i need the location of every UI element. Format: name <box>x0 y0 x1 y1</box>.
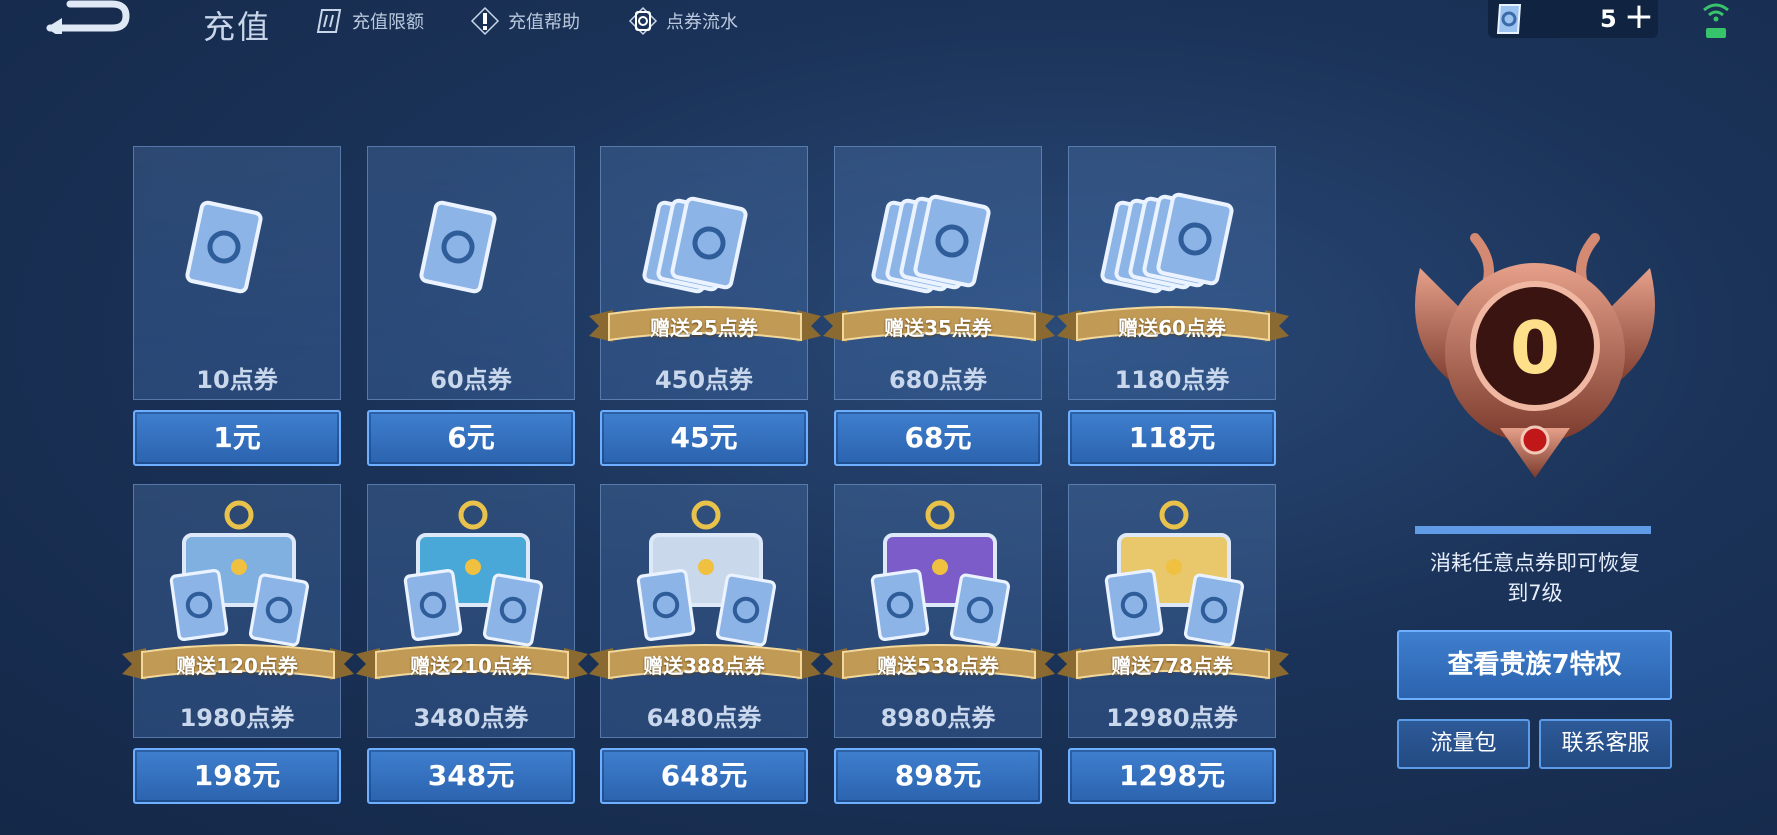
package-card[interactable]: 赠送120点券 1980点券 <box>122 484 354 738</box>
price-button[interactable]: 45元 <box>600 410 808 466</box>
exclamation-icon <box>470 6 500 36</box>
coupon-amount: 8980点券 <box>880 704 996 732</box>
noble-rank-badge: 0 <box>1415 233 1655 478</box>
coupon-amount: 6480点券 <box>646 704 762 732</box>
wifi-battery-icon <box>1703 3 1729 38</box>
coupon-card-icon <box>419 200 497 294</box>
package-card[interactable]: 10点券 <box>133 146 341 400</box>
coupon-balance: 5 + <box>1488 0 1658 38</box>
price-button[interactable]: 1元 <box>133 410 341 466</box>
bonus-text: 赠送778点券 <box>1111 654 1233 678</box>
coupon-amount: 1180点券 <box>1114 366 1230 394</box>
coupon-icon <box>1496 4 1522 34</box>
price-button[interactable]: 1298元 <box>1068 748 1276 804</box>
coupon-card-icon <box>185 200 263 294</box>
bonus-text: 赠送60点券 <box>1118 316 1226 340</box>
traffic-pack-button[interactable]: 流量包 <box>1397 719 1530 769</box>
noble-progress-bar <box>1415 526 1651 534</box>
coupon-amount: 1980点券 <box>179 704 295 732</box>
recharge-help-label: 充值帮助 <box>508 12 580 33</box>
contact-support-button[interactable]: 联系客服 <box>1539 719 1672 769</box>
price-button[interactable]: 6元 <box>367 410 575 466</box>
coupon-flow-icon <box>628 6 658 36</box>
package-card[interactable]: 赠送35点券 680点券 <box>823 146 1055 400</box>
coupon-flow-link[interactable]: 点券流水 <box>628 6 738 36</box>
price-button[interactable]: 198元 <box>133 748 341 804</box>
bonus-text: 赠送120点券 <box>176 654 298 678</box>
recharge-limit-link[interactable]: 充值限额 <box>314 6 424 36</box>
bonus-text: 赠送538点券 <box>877 654 999 678</box>
bonus-text: 赠送35点券 <box>884 316 992 340</box>
price-button[interactable]: 118元 <box>1068 410 1276 466</box>
package-card[interactable]: 赠送25点券 450点券 <box>589 146 821 400</box>
bonus-text: 赠送388点券 <box>643 654 765 678</box>
cards-icon <box>316 9 342 33</box>
package-card[interactable]: 赠送60点券 1180点券 <box>1057 146 1289 400</box>
coupon-amount: 680点券 <box>888 366 988 394</box>
coupon-amount: 10点券 <box>196 366 278 394</box>
package-card[interactable]: 赠送538点券 8980点券 <box>823 484 1055 738</box>
price-button[interactable]: 348元 <box>367 748 575 804</box>
package-card[interactable]: 赠送210点券 3480点券 <box>356 484 588 738</box>
view-noble-privileges-button[interactable]: 查看贵族7特权 <box>1397 630 1672 700</box>
coupon-balance-value: 5 <box>1600 5 1617 33</box>
bonus-text: 赠送25点券 <box>650 316 758 340</box>
back-arrow-icon[interactable] <box>40 0 130 34</box>
coupon-amount: 3480点券 <box>413 704 529 732</box>
package-card[interactable]: 60点券 <box>367 146 575 400</box>
coupon-amount: 450点券 <box>654 366 754 394</box>
price-button[interactable]: 648元 <box>600 748 808 804</box>
price-button[interactable]: 898元 <box>834 748 1042 804</box>
coupon-flow-label: 点券流水 <box>666 12 738 33</box>
page-title: 充值 <box>203 8 272 46</box>
restore-hint: 消耗任意点券即可恢复 到7级 <box>1385 548 1685 608</box>
noble-level-number: 0 <box>1510 306 1560 390</box>
package-card[interactable]: 赠送778点券 12980点券 <box>1057 484 1289 738</box>
recharge-limit-label: 充值限额 <box>352 12 424 33</box>
restore-hint-line1: 消耗任意点券即可恢复 <box>1430 551 1640 575</box>
coupon-amount: 12980点券 <box>1106 704 1238 732</box>
plus-icon[interactable]: + <box>1622 0 1656 36</box>
price-button[interactable]: 68元 <box>834 410 1042 466</box>
recharge-help-link[interactable]: 充值帮助 <box>470 6 580 36</box>
package-card[interactable]: 赠送388点券 6480点券 <box>589 484 821 738</box>
coupon-amount: 60点券 <box>430 366 512 394</box>
bonus-text: 赠送210点券 <box>410 654 532 678</box>
restore-hint-line2: 到7级 <box>1507 581 1563 605</box>
